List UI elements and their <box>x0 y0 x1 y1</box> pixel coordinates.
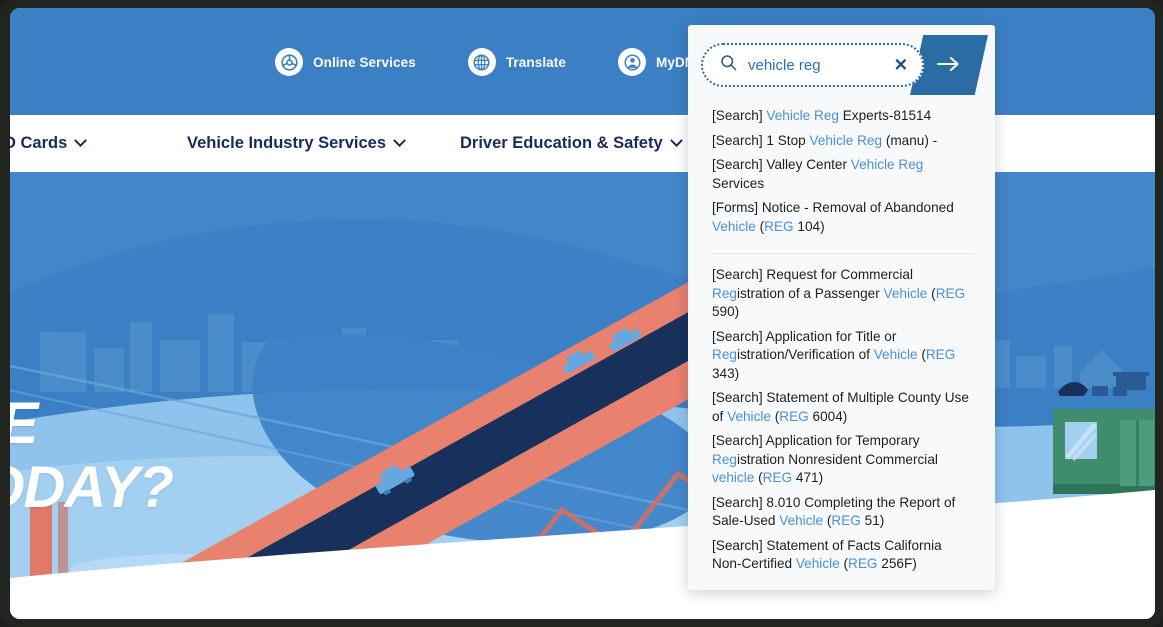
hero-headline: N WE U TODAY? <box>10 392 174 520</box>
suggestion-text: [Search] Valley Center <box>712 157 851 172</box>
suggestion-highlight: REG <box>935 285 966 301</box>
magnifier-icon <box>719 53 738 77</box>
suggestion-text: [Search] Application for Temporary <box>712 433 920 448</box>
suggestion-text: istration Nonresident Commercial <box>736 451 938 467</box>
search-input[interactable] <box>748 56 876 74</box>
suggestion-highlight: Vehicle Reg <box>766 108 839 123</box>
suggestion-text: istration of a Passenger <box>736 285 884 301</box>
suggestion-text: ( <box>917 347 926 362</box>
suggestion-highlight: REG <box>925 347 956 362</box>
suggestion-highlight: Vehicle <box>727 408 771 424</box>
nav-item-driver-education-safety[interactable]: Driver Education & Safety <box>460 134 683 153</box>
suggestion-highlight: vehicle <box>712 470 755 485</box>
suggestion-item[interactable]: [Search] Application for Title or Regist… <box>688 328 995 384</box>
suggestion-item[interactable]: [Search] Statement of Facts California N… <box>688 537 995 574</box>
suggestion-highlight: REG <box>779 408 809 424</box>
suggestion-highlight: Vehicle <box>712 218 756 234</box>
suggestion-highlight: Vehicle <box>795 556 840 571</box>
suggestion-highlight: Reg <box>712 285 737 301</box>
page-viewport: Online Services Translate MyDMV Cards Ve… <box>10 8 1155 619</box>
suggestion-item[interactable]: [Search] Statement of Multiple County Us… <box>688 389 995 426</box>
suggestion-item[interactable]: [Search] Vehicle Reg Experts-81514 <box>688 107 995 126</box>
globe-icon <box>467 48 496 76</box>
search-suggestions-panel: ✕ [Search] Vehicle Reg Experts-81514[Sea… <box>688 25 995 590</box>
suggestion-text: istration/Verification of <box>736 347 874 362</box>
suggestion-text: [Search] 1 Stop <box>712 132 810 148</box>
suggestion-text: 6004) <box>808 408 848 424</box>
suggestion-text: ( <box>754 470 763 485</box>
suggestion-highlight: REG <box>831 513 861 528</box>
clear-search-button[interactable]: ✕ <box>894 57 908 74</box>
suggestion-highlight: Reg <box>712 347 737 362</box>
nav-item-vehicle-industry-services[interactable]: Vehicle Industry Services <box>187 134 406 153</box>
suggestion-highlight: Reg <box>712 451 737 467</box>
browser-frame: Online Services Translate MyDMV Cards Ve… <box>0 0 1163 627</box>
suggestion-highlight: Vehicle Reg <box>850 157 924 172</box>
nav-item-label: Driver Education & Safety <box>460 134 663 152</box>
suggestion-group-divider <box>712 253 973 254</box>
suggestion-text: ( <box>839 556 849 571</box>
top-nav-item-online-services[interactable]: Online Services <box>275 48 416 76</box>
suggestion-text: 104) <box>793 218 825 234</box>
nav-item-label: se & ID Cards <box>10 134 68 152</box>
suggestion-highlight: REG <box>848 556 878 571</box>
suggestion-item[interactable]: [Search] Application for Temporary Regis… <box>688 432 995 488</box>
steering-wheel-icon <box>275 48 303 76</box>
suggestion-text: ( <box>755 218 765 234</box>
suggestion-highlight: Vehicle <box>873 347 918 362</box>
suggestion-highlight: Vehicle <box>883 285 928 301</box>
arrow-right-icon <box>936 56 962 75</box>
search-bar-row: ✕ <box>688 25 995 105</box>
suggestion-list: [Search] Vehicle Reg Experts-81514 [Searc… <box>688 105 995 582</box>
suggestion-item[interactable]: [Forms] Notice - Removal of Abandoned Ve… <box>688 199 995 236</box>
suggestion-highlight: Vehicle Reg <box>809 132 883 148</box>
suggestion-text: Services <box>712 175 765 191</box>
page-bottom-strip <box>10 593 1155 619</box>
nav-item-label: Vehicle Industry Services <box>187 134 387 152</box>
suggestion-text: [Forms] Notice - Removal of Abandoned <box>712 200 954 215</box>
chevron-down-icon <box>74 134 88 148</box>
suggestion-text: 343) <box>712 365 740 381</box>
suggestion-highlight: Vehicle <box>779 513 824 528</box>
person-icon <box>618 48 646 76</box>
suggestion-group-2: [Search] Request for Commercial Registra… <box>688 266 995 582</box>
suggestion-text: [Search] <box>712 108 767 123</box>
suggestion-highlight: REG <box>764 218 794 234</box>
chevron-down-icon <box>393 134 406 148</box>
suggestion-text: ( <box>927 285 936 301</box>
suggestion-text: [Search] Application for Title or <box>712 328 897 344</box>
top-nav-label: Online Services <box>313 54 416 70</box>
search-field[interactable]: ✕ <box>701 43 924 87</box>
suggestion-text: 590) <box>712 304 740 319</box>
chevron-down-icon <box>669 134 683 148</box>
top-utility-nav: Online Services Translate MyDMV <box>275 48 705 76</box>
suggestion-text: [Search] Request for Commercial <box>712 267 913 282</box>
suggestion-item[interactable]: [Search] Valley Center Vehicle Reg Servi… <box>688 156 995 193</box>
suggestion-text: 51) <box>860 513 885 528</box>
top-nav-label: Translate <box>505 54 566 70</box>
suggestion-text: Experts-81514 <box>838 108 932 123</box>
suggestion-item[interactable]: [Search] 8.010 Completing the Report of … <box>688 494 995 531</box>
nav-item-license-id-cards[interactable]: se & ID Cards <box>10 134 88 153</box>
suggestion-highlight: REG <box>762 470 793 485</box>
site-search-widget: ✕ [Search] Vehicle Reg Experts-81514[Sea… <box>688 25 995 590</box>
suggestion-item[interactable]: [Search] Request for Commercial Registra… <box>688 266 995 322</box>
suggestion-text: 256F) <box>877 556 917 571</box>
suggestion-text: 471) <box>792 470 824 485</box>
suggestion-item[interactable]: [Search] 1 Stop Vehicle Reg (manu) - <box>688 132 995 151</box>
top-nav-item-translate[interactable]: Translate <box>467 48 566 76</box>
suggestion-group-1: [Search] Vehicle Reg Experts-81514 [Searc… <box>688 107 995 244</box>
suggestion-text: (manu) - <box>882 132 938 148</box>
